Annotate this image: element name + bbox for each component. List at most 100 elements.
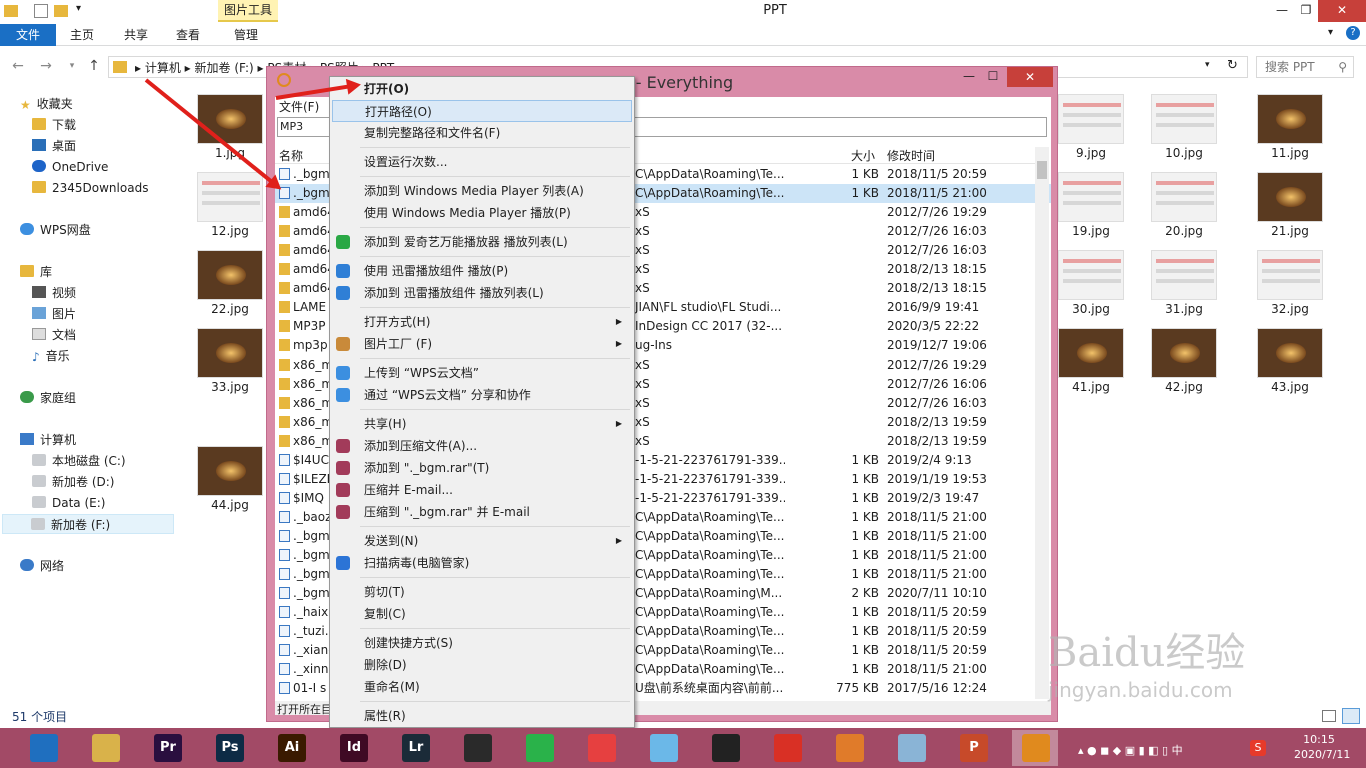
thumbnail[interactable]: 9.jpg xyxy=(1058,94,1124,160)
search-input[interactable]: 搜索 PPT ⚲ xyxy=(1256,56,1354,78)
menu-item[interactable]: 创建快捷方式(S) xyxy=(332,632,632,654)
menu-item[interactable]: 扫描病毒(电脑管家) xyxy=(332,552,632,574)
thumbnail[interactable]: 42.jpg xyxy=(1151,328,1217,394)
menu-item[interactable]: 复制完整路径和文件名(F) xyxy=(332,122,632,144)
menu-item[interactable]: 使用 迅雷播放组件 播放(P) xyxy=(332,260,632,282)
menu-item[interactable]: 共享(H) ▶ xyxy=(332,413,632,435)
nav-2345downloads[interactable]: 2345Downloads xyxy=(32,178,148,198)
up-icon[interactable]: ↑ xyxy=(84,56,104,76)
nav-documents[interactable]: 文档 xyxy=(32,325,76,345)
refresh-icon[interactable]: ↻ xyxy=(1227,58,1238,73)
ime-indicator[interactable]: 中 xyxy=(1172,744,1183,757)
quick-access-properties-icon[interactable] xyxy=(34,4,48,18)
breadcrumb-drive-f[interactable]: 新加卷 (F:) xyxy=(195,61,254,75)
menu-item[interactable]: 压缩到 "._bgm.rar" 并 E-mail xyxy=(332,501,632,523)
tab-view[interactable]: 查看 xyxy=(164,24,212,46)
taskbar-browser-360[interactable] xyxy=(20,730,66,766)
menu-item[interactable]: 复制(C) xyxy=(332,603,632,625)
thumbnail[interactable]: 44.jpg xyxy=(197,446,263,512)
thumbnail-view-icon[interactable] xyxy=(1342,708,1360,724)
taskbar-foxmail[interactable] xyxy=(826,730,872,766)
quick-access-new-folder-icon[interactable] xyxy=(54,5,68,17)
nav-wps-drive[interactable]: WPS网盘 xyxy=(20,220,91,240)
menu-item[interactable]: 添加到 "._bgm.rar"(T) xyxy=(332,457,632,479)
menu-item[interactable]: 打开(O) xyxy=(332,78,632,100)
forward-icon[interactable]: → xyxy=(36,56,56,76)
nav-music[interactable]: ♪ 音乐 xyxy=(32,346,70,366)
everything-close-button[interactable]: ✕ xyxy=(1007,67,1053,87)
thumbnail[interactable]: 22.jpg xyxy=(197,250,263,316)
tab-manage[interactable]: 管理 xyxy=(222,24,270,46)
taskbar-indesign[interactable]: Id xyxy=(330,730,376,766)
menu-item[interactable]: 添加到 爱奇艺万能播放器 播放列表(L) xyxy=(332,231,632,253)
thumbnail[interactable]: 10.jpg xyxy=(1151,94,1217,160)
taskbar-everything[interactable] xyxy=(1012,730,1058,766)
clock[interactable]: 10:15 2020/7/11 xyxy=(1294,732,1350,762)
taskbar-illustrator[interactable]: Ai xyxy=(268,730,314,766)
thumbnail[interactable]: 30.jpg xyxy=(1058,250,1124,316)
nav-favorites[interactable]: ★ 收藏夹 xyxy=(20,94,73,114)
tab-share[interactable]: 共享 xyxy=(112,24,160,46)
nav-library[interactable]: 库 xyxy=(20,262,52,282)
everything-minimize-button[interactable]: — xyxy=(957,67,981,87)
menu-item[interactable]: 设置运行次数... xyxy=(332,151,632,173)
quick-access-dropdown-icon[interactable]: ▾ xyxy=(76,3,81,14)
taskbar-app-red[interactable] xyxy=(578,730,624,766)
back-icon[interactable]: ← xyxy=(8,56,28,76)
menu-item[interactable]: 压缩并 E-mail... xyxy=(332,479,632,501)
menu-item[interactable]: 添加到 Windows Media Player 列表(A) xyxy=(332,180,632,202)
nav-videos[interactable]: 视频 xyxy=(32,283,76,303)
nav-pictures[interactable]: 图片 xyxy=(32,304,76,324)
scrollbar-thumb[interactable] xyxy=(1037,161,1047,179)
thumbnail[interactable]: 19.jpg xyxy=(1058,172,1124,238)
taskbar-iqiyi[interactable] xyxy=(516,730,562,766)
close-button[interactable]: ✕ xyxy=(1318,0,1366,22)
menu-item[interactable]: 重命名(M) xyxy=(332,676,632,698)
menu-item[interactable]: 发送到(N) ▶ xyxy=(332,530,632,552)
thumbnail[interactable]: 31.jpg xyxy=(1151,250,1217,316)
ribbon-expand-icon[interactable]: ▾ xyxy=(1328,27,1333,38)
taskbar-video-editor[interactable] xyxy=(454,730,500,766)
address-dropdown-icon[interactable]: ▾ xyxy=(1205,60,1210,70)
nav-downloads[interactable]: 下载 xyxy=(32,115,76,135)
column-header-date[interactable]: 修改时间 xyxy=(887,147,935,164)
everything-maximize-button[interactable]: ☐ xyxy=(981,67,1005,87)
taskbar-powerpoint[interactable]: P xyxy=(950,730,996,766)
taskbar-notepad[interactable] xyxy=(888,730,934,766)
help-icon[interactable]: ? xyxy=(1346,26,1360,40)
thumbnail[interactable]: 32.jpg xyxy=(1257,250,1323,316)
nav-computer[interactable]: 计算机 xyxy=(20,430,76,450)
taskbar-chrome[interactable] xyxy=(764,730,810,766)
taskbar-qq[interactable] xyxy=(702,730,748,766)
recent-dropdown-icon[interactable]: ▾ xyxy=(62,56,82,76)
thumbnail[interactable]: 21.jpg xyxy=(1257,172,1323,238)
menu-item[interactable]: 上传到 “WPS云文档” xyxy=(332,362,632,384)
menu-item[interactable]: 打开路径(O) xyxy=(332,100,632,122)
menu-item[interactable]: 打开方式(H) ▶ xyxy=(332,311,632,333)
nav-homegroup[interactable]: 家庭组 xyxy=(20,388,76,408)
nav-onedrive[interactable]: OneDrive xyxy=(32,157,108,177)
nav-network[interactable]: 网络 xyxy=(20,556,64,576)
nav-drive-d[interactable]: 新加卷 (D:) xyxy=(32,472,114,492)
taskbar-photoshop[interactable]: Ps xyxy=(206,730,252,766)
nav-drive-f[interactable]: 新加卷 (F:) xyxy=(2,514,174,534)
sogou-ime-icon[interactable]: S xyxy=(1250,740,1266,756)
menu-item[interactable]: 属性(R) xyxy=(332,705,632,727)
tab-file[interactable]: 文件 xyxy=(0,24,56,46)
tab-home[interactable]: 主页 xyxy=(58,24,106,46)
thumbnail[interactable]: 33.jpg xyxy=(197,328,263,394)
menu-item[interactable]: 图片工厂 (F) ▶ xyxy=(332,333,632,355)
nav-desktop[interactable]: 桌面 xyxy=(32,136,76,156)
column-header-size[interactable]: 大小 xyxy=(851,147,875,164)
thumbnail[interactable]: 43.jpg xyxy=(1257,328,1323,394)
menu-item[interactable]: 添加到 迅雷播放组件 播放列表(L) xyxy=(332,282,632,304)
thumbnail[interactable]: 12.jpg xyxy=(197,172,263,238)
thumbnail[interactable]: 20.jpg xyxy=(1151,172,1217,238)
menu-item[interactable]: 通过 “WPS云文档” 分享和协作 xyxy=(332,384,632,406)
taskbar-lightroom[interactable]: Lr xyxy=(392,730,438,766)
breadcrumb-computer[interactable]: 计算机 xyxy=(145,61,181,75)
everything-menu-file[interactable]: 文件(F) xyxy=(279,98,319,115)
taskbar-file-explorer[interactable] xyxy=(82,730,128,766)
menu-item[interactable]: 删除(D) xyxy=(332,654,632,676)
nav-drive-e[interactable]: Data (E:) xyxy=(32,493,105,513)
